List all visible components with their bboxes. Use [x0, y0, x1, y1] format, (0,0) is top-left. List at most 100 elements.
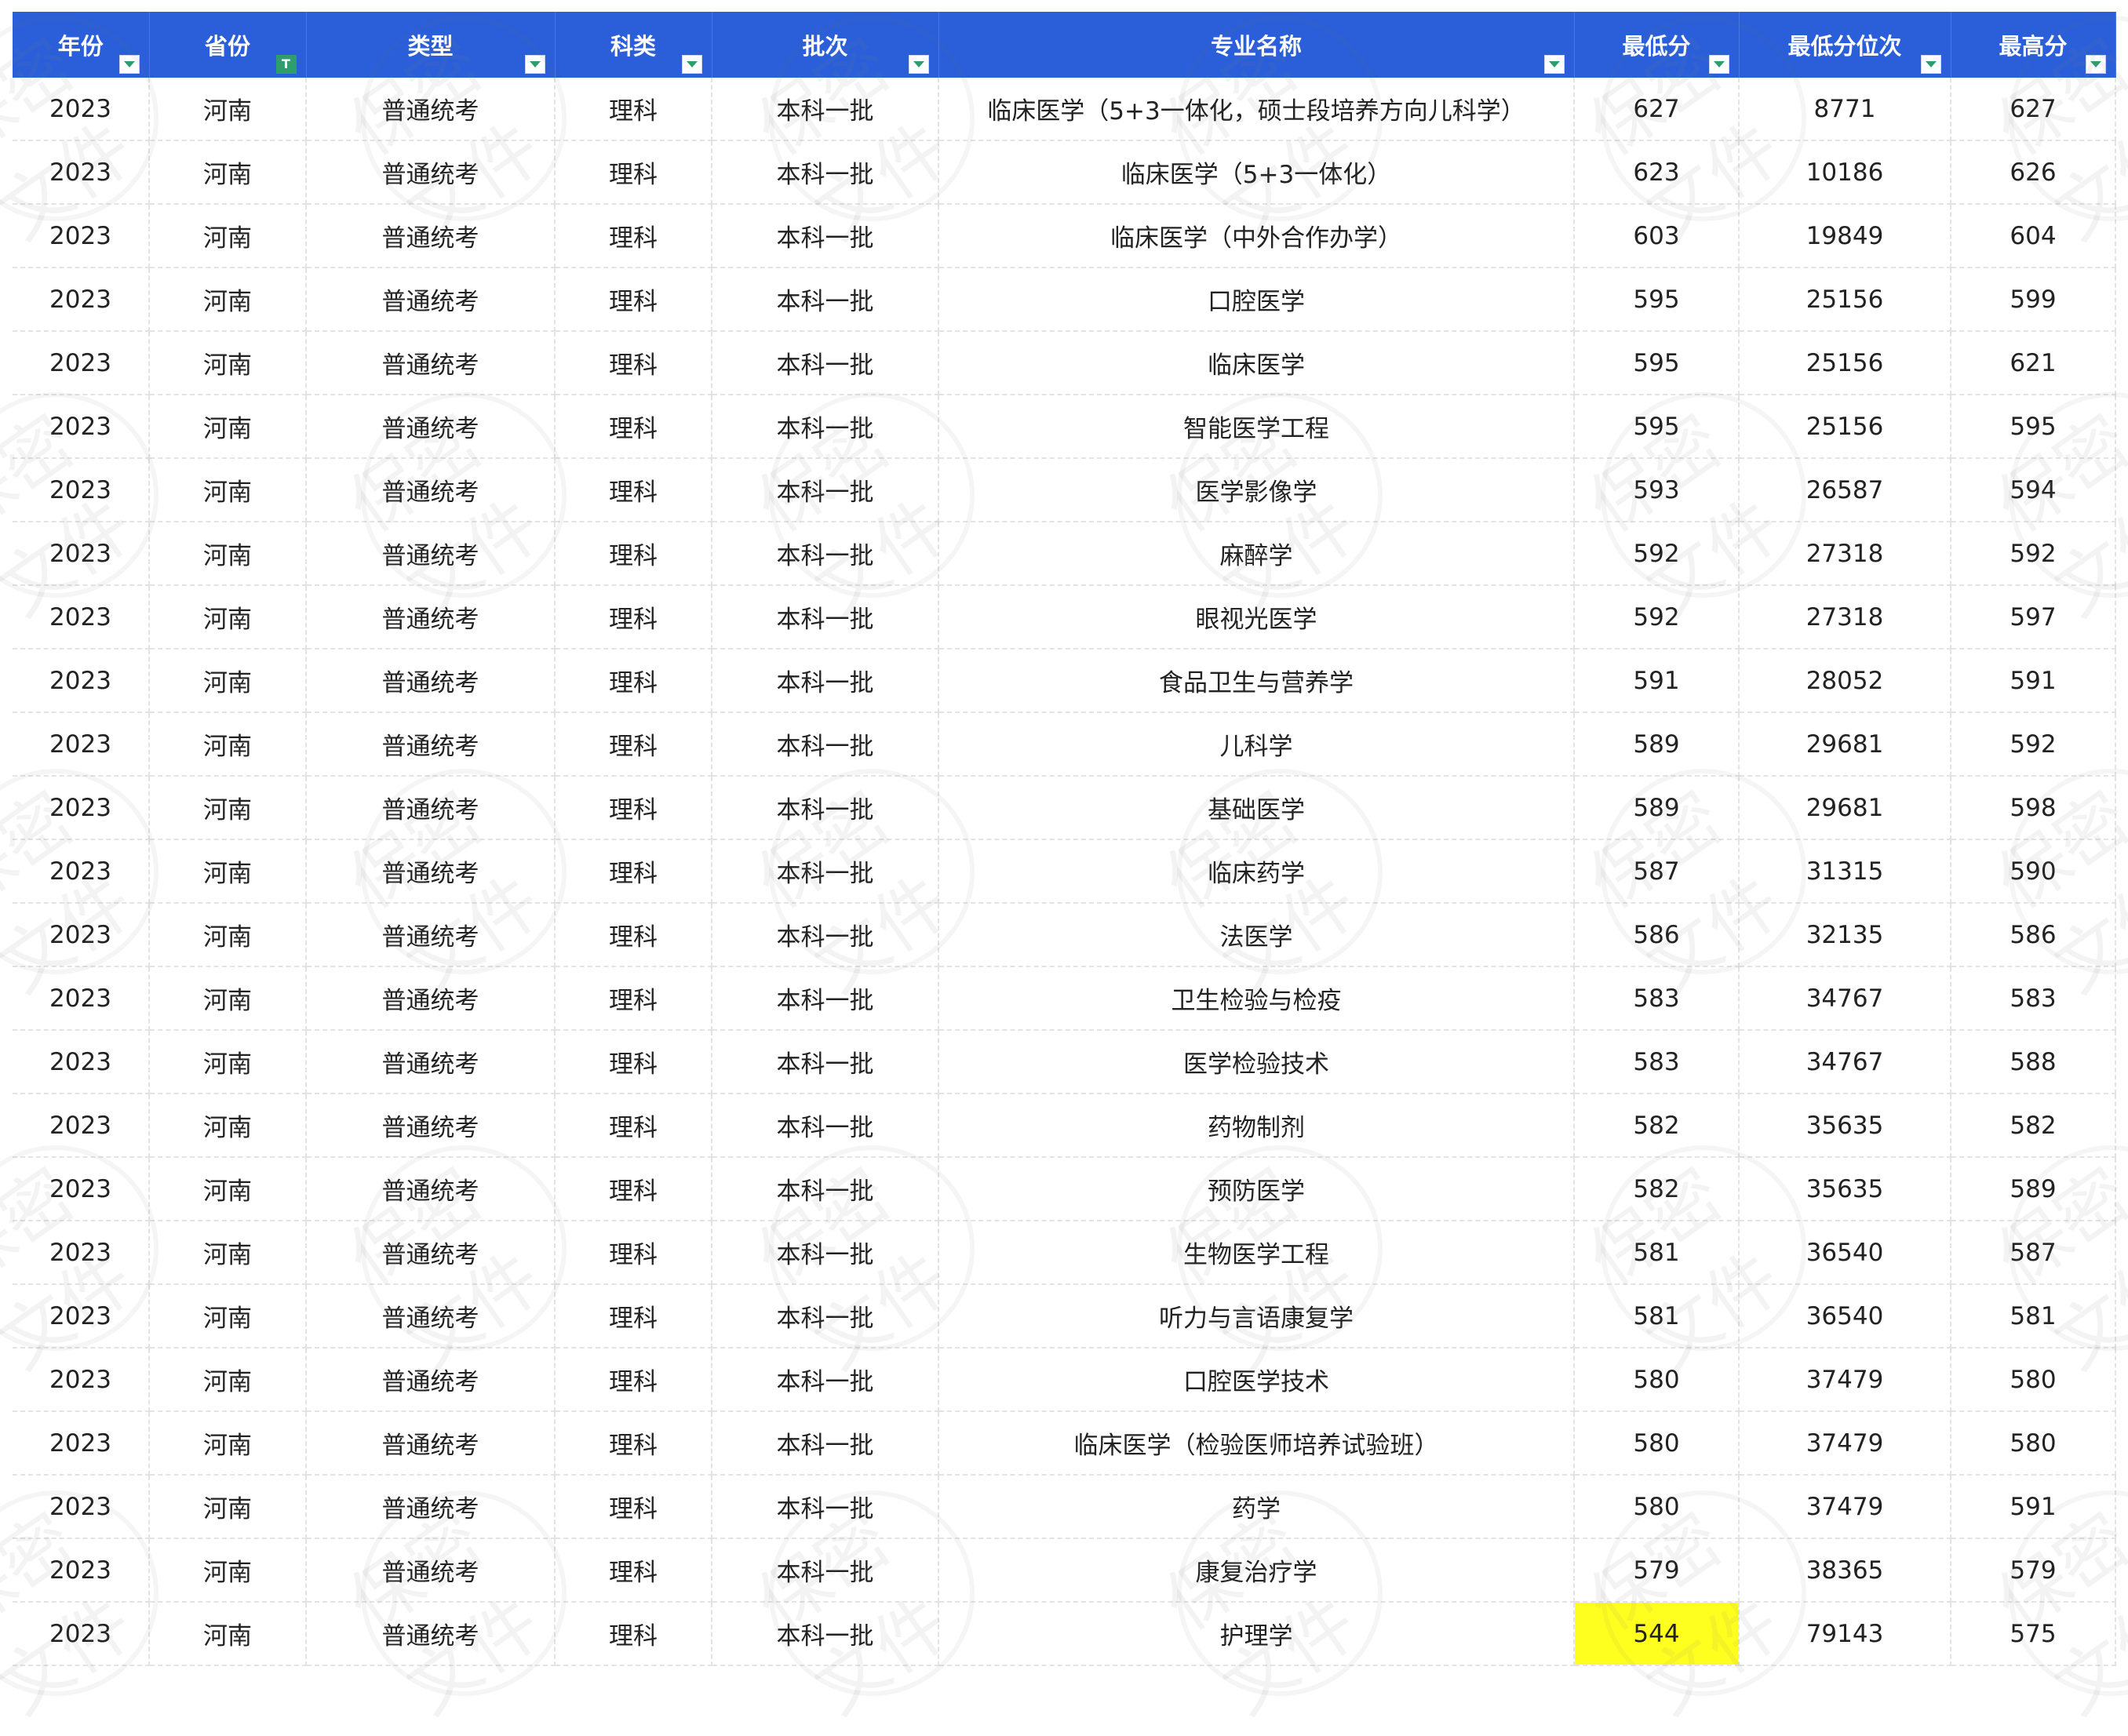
table-cell[interactable]: 河南	[149, 585, 307, 650]
table-cell[interactable]: 理科	[555, 712, 712, 777]
table-cell[interactable]: 普通统考	[306, 1538, 556, 1603]
table-cell[interactable]: 2023	[13, 1475, 150, 1539]
table-cell[interactable]: 卫生检验与检疫	[938, 966, 1575, 1031]
table-cell[interactable]: 38365	[1739, 1538, 1951, 1603]
table-cell[interactable]: 理科	[555, 1602, 712, 1666]
table-cell[interactable]: 河南	[149, 1538, 307, 1603]
column-header[interactable]: 最低分	[1574, 12, 1740, 78]
table-cell[interactable]: 595	[1574, 331, 1740, 395]
filter-dropdown-icon[interactable]	[908, 55, 929, 74]
table-cell[interactable]: 32135	[1739, 903, 1951, 967]
filter-dropdown-icon[interactable]	[1708, 55, 1729, 74]
table-cell[interactable]: 2023	[13, 649, 150, 713]
table-cell[interactable]: 627	[1951, 78, 2116, 141]
table-cell[interactable]: 580	[1574, 1348, 1740, 1412]
table-cell[interactable]: 583	[1951, 966, 2116, 1031]
table-cell[interactable]: 599	[1951, 267, 2116, 332]
table-cell[interactable]: 本科一批	[712, 458, 939, 522]
table-cell[interactable]: 普通统考	[306, 776, 556, 840]
table-cell[interactable]: 2023	[13, 267, 150, 332]
table-cell[interactable]: 37479	[1739, 1348, 1951, 1412]
table-cell[interactable]: 普通统考	[306, 839, 556, 904]
table-cell[interactable]: 本科一批	[712, 903, 939, 967]
table-cell[interactable]: 河南	[149, 78, 307, 141]
table-cell[interactable]: 麻醉学	[938, 522, 1575, 586]
table-cell[interactable]: 河南	[149, 204, 307, 268]
table-cell[interactable]: 603	[1574, 204, 1740, 268]
table-cell[interactable]: 592	[1574, 522, 1740, 586]
table-cell[interactable]: 592	[1951, 522, 2116, 586]
table-cell[interactable]: 理科	[555, 649, 712, 713]
table-cell[interactable]: 582	[1951, 1094, 2116, 1158]
table-cell[interactable]: 595	[1574, 267, 1740, 332]
table-cell[interactable]: 普通统考	[306, 522, 556, 586]
table-cell[interactable]: 理科	[555, 1348, 712, 1412]
table-cell[interactable]: 本科一批	[712, 1348, 939, 1412]
table-cell[interactable]: 临床药学	[938, 839, 1575, 904]
table-cell[interactable]: 普通统考	[306, 458, 556, 522]
table-cell[interactable]: 594	[1951, 458, 2116, 522]
table-cell[interactable]: 普通统考	[306, 649, 556, 713]
table-cell[interactable]: 普通统考	[306, 1157, 556, 1221]
table-cell[interactable]: 听力与言语康复学	[938, 1284, 1575, 1348]
filter-dropdown-icon[interactable]	[118, 55, 140, 74]
table-cell[interactable]: 2023	[13, 1221, 150, 1285]
table-cell[interactable]: 593	[1574, 458, 1740, 522]
table-cell[interactable]: 本科一批	[712, 649, 939, 713]
table-cell[interactable]: 药学	[938, 1475, 1575, 1539]
table-cell[interactable]: 595	[1951, 395, 2116, 459]
table-cell[interactable]: 理科	[555, 204, 712, 268]
table-cell[interactable]: 2023	[13, 585, 150, 650]
table-cell[interactable]: 2023	[13, 1030, 150, 1094]
table-cell[interactable]: 本科一批	[712, 1030, 939, 1094]
table-cell[interactable]: 583	[1574, 1030, 1740, 1094]
table-cell[interactable]: 本科一批	[712, 1411, 939, 1476]
table-cell[interactable]: 理科	[555, 395, 712, 459]
table-cell[interactable]: 本科一批	[712, 1157, 939, 1221]
table-cell[interactable]: 29681	[1739, 776, 1951, 840]
filter-dropdown-icon[interactable]	[1543, 55, 1565, 74]
table-cell[interactable]: 2023	[13, 140, 150, 205]
table-cell[interactable]: 医学影像学	[938, 458, 1575, 522]
table-cell[interactable]: 本科一批	[712, 839, 939, 904]
table-cell[interactable]: 580	[1574, 1475, 1740, 1539]
table-cell[interactable]: 河南	[149, 1475, 307, 1539]
table-cell[interactable]: 普通统考	[306, 204, 556, 268]
table-cell[interactable]: 2023	[13, 1348, 150, 1412]
table-cell[interactable]: 儿科学	[938, 712, 1575, 777]
filter-active-icon[interactable]: T	[275, 55, 297, 74]
table-cell[interactable]: 理科	[555, 1094, 712, 1158]
table-cell[interactable]: 理科	[555, 1284, 712, 1348]
table-cell[interactable]: 79143	[1739, 1602, 1951, 1666]
table-cell[interactable]: 理科	[555, 140, 712, 205]
table-cell[interactable]: 普通统考	[306, 585, 556, 650]
table-cell[interactable]: 31315	[1739, 839, 1951, 904]
table-cell[interactable]: 25156	[1739, 395, 1951, 459]
column-header[interactable]: 批次	[712, 12, 939, 78]
table-cell[interactable]: 28052	[1739, 649, 1951, 713]
table-cell[interactable]: 本科一批	[712, 1221, 939, 1285]
table-cell[interactable]: 理科	[555, 1411, 712, 1476]
table-cell[interactable]: 河南	[149, 1094, 307, 1158]
table-cell[interactable]: 河南	[149, 1221, 307, 1285]
table-cell[interactable]: 34767	[1739, 966, 1951, 1031]
table-cell[interactable]: 理科	[555, 585, 712, 650]
table-cell[interactable]: 34767	[1739, 1030, 1951, 1094]
table-cell[interactable]: 河南	[149, 1602, 307, 1666]
table-cell[interactable]: 河南	[149, 1030, 307, 1094]
table-cell[interactable]: 理科	[555, 331, 712, 395]
column-header[interactable]: 年份	[13, 12, 150, 78]
table-cell[interactable]: 590	[1951, 839, 2116, 904]
table-cell[interactable]: 理科	[555, 522, 712, 586]
table-cell[interactable]: 河南	[149, 903, 307, 967]
table-cell[interactable]: 普通统考	[306, 267, 556, 332]
highlighted-cell[interactable]: 544	[1574, 1602, 1740, 1666]
table-cell[interactable]: 河南	[149, 966, 307, 1031]
table-cell[interactable]: 2023	[13, 78, 150, 141]
table-cell[interactable]: 598	[1951, 776, 2116, 840]
table-cell[interactable]: 临床医学（5+3一体化，硕士段培养方向儿科学）	[938, 78, 1575, 141]
column-header[interactable]: 专业名称	[938, 12, 1575, 78]
table-cell[interactable]: 8771	[1739, 78, 1951, 141]
table-cell[interactable]: 河南	[149, 458, 307, 522]
table-cell[interactable]: 临床医学（5+3一体化）	[938, 140, 1575, 205]
